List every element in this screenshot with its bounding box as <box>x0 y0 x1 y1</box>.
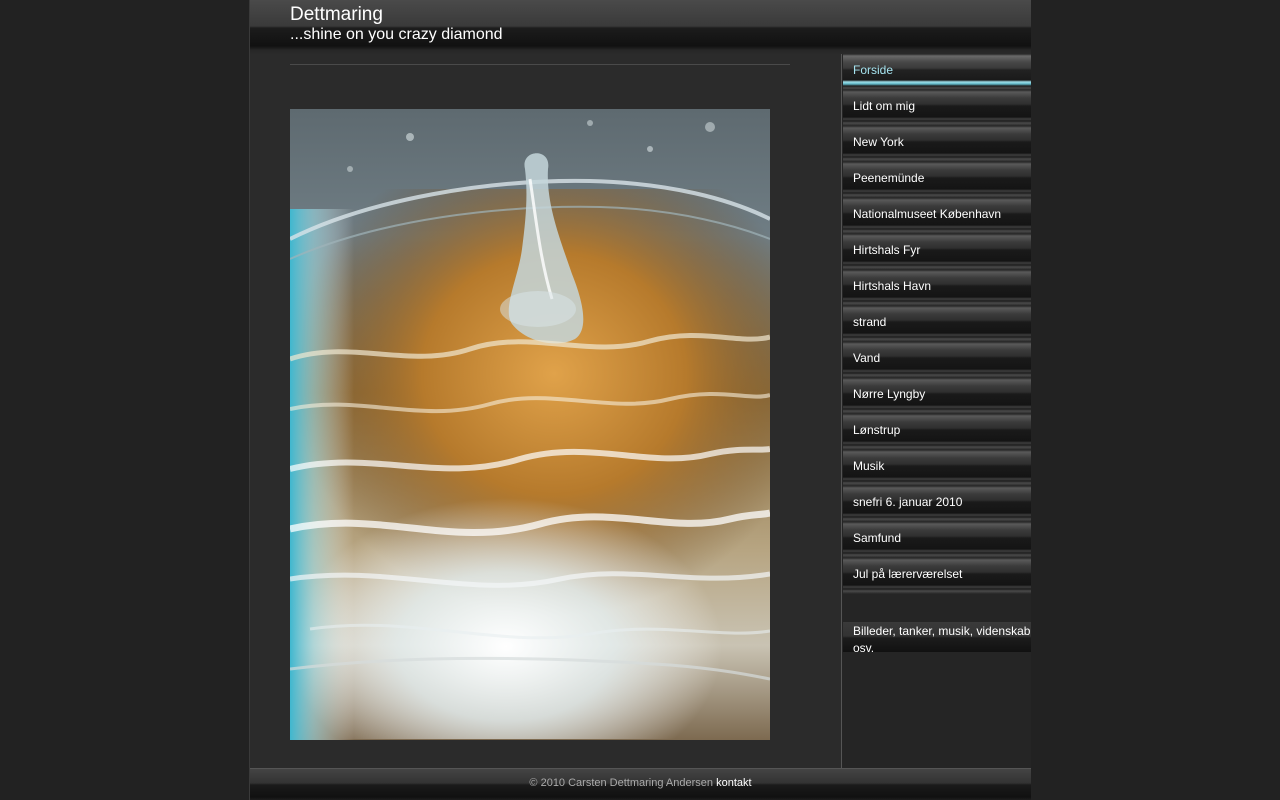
content-divider <box>290 64 790 65</box>
site-title[interactable]: Dettmaring <box>290 4 383 26</box>
sidebar-item-label: Jul på lærerværelset <box>853 567 963 581</box>
contact-link[interactable]: kontakt <box>716 777 751 789</box>
sidebar-item-label: Vand <box>853 351 881 365</box>
sidebar-item-forside[interactable]: Forside <box>843 54 1031 90</box>
sidebar-tagline: Billeder, tanker, musik, videnskab osv. <box>853 624 1031 655</box>
sidebar-item-vand[interactable]: Vand <box>843 342 1031 378</box>
sidebar-item-label: strand <box>853 315 887 329</box>
sidebar-item-label: Hirtshals Fyr <box>853 243 921 257</box>
sidebar-item-norre-lyngby[interactable]: Nørre Lyngby <box>843 378 1031 414</box>
sidebar-item-snefri[interactable]: snefri 6. januar 2010 <box>843 486 1031 522</box>
sidebar-item-label: Nørre Lyngby <box>853 387 926 401</box>
footer-copyright: © 2010 Carsten Dettmaring Andersen <box>529 777 714 789</box>
sidebar-item-new-york[interactable]: New York <box>843 126 1031 162</box>
sidebar-item-label: Musik <box>853 459 885 473</box>
sidebar-item-peenemunde[interactable]: Peenemünde <box>843 162 1031 198</box>
sidebar-item-label: Peenemünde <box>853 171 925 185</box>
featured-photo <box>290 109 770 740</box>
sidebar-item-jul[interactable]: Jul på lærerværelset <box>843 558 1031 594</box>
sidebar-item-label: New York <box>853 135 904 149</box>
main-content <box>290 54 790 768</box>
sidebar-item-label: Lønstrup <box>853 423 901 437</box>
sidebar-item-label: Nationalmuseet København <box>853 207 1002 221</box>
sidebar-item-musik[interactable]: Musik <box>843 450 1031 486</box>
site-header: Dettmaring ...shine on you crazy diamond <box>250 0 1031 54</box>
sidebar-tagline-box: Billeder, tanker, musik, videnskab osv. <box>843 622 1031 655</box>
water-splash-image <box>290 109 770 740</box>
site-footer: © 2010 Carsten Dettmaring Andersen konta… <box>250 768 1031 800</box>
sidebar-item-label: Hirtshals Havn <box>853 279 932 293</box>
sidebar-item-samfund[interactable]: Samfund <box>843 522 1031 558</box>
sidebar-item-nationalmuseet[interactable]: Nationalmuseet København <box>843 198 1031 234</box>
sidebar-item-label: snefri 6. januar 2010 <box>853 495 963 509</box>
sidebar-item-hirtshals-havn[interactable]: Hirtshals Havn <box>843 270 1031 306</box>
sidebar-item-lonstrup[interactable]: Lønstrup <box>843 414 1031 450</box>
sidebar-item-strand[interactable]: strand <box>843 306 1031 342</box>
sidebar-item-label: Samfund <box>853 531 902 545</box>
site-subtitle: ...shine on you crazy diamond <box>290 26 503 43</box>
sidebar-item-label: Forside <box>853 63 894 77</box>
footer-text: © 2010 Carsten Dettmaring Andersen konta… <box>250 777 1031 789</box>
sidebar-nav: Forside Lidt om mig New York Peenemünde … <box>841 54 1031 768</box>
page-container: Dettmaring ...shine on you crazy diamond <box>249 0 1031 800</box>
sidebar-item-label: Lidt om mig <box>853 99 916 113</box>
sidebar-item-lidt-om-mig[interactable]: Lidt om mig <box>843 90 1031 126</box>
sidebar-item-hirtshals-fyr[interactable]: Hirtshals Fyr <box>843 234 1031 270</box>
